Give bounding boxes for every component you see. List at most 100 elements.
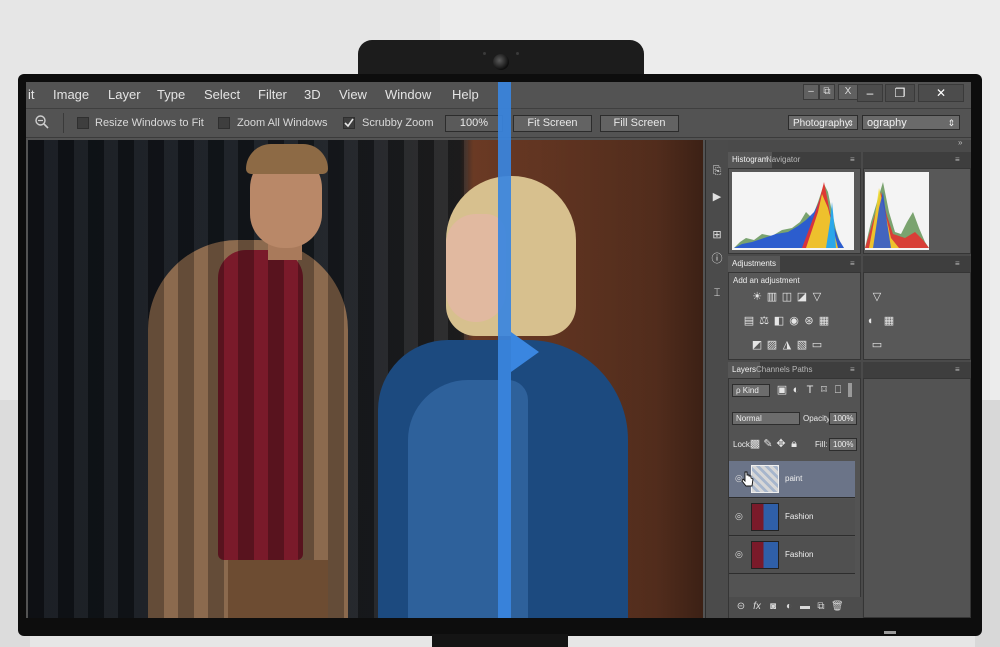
collapse-panels-icon[interactable]: » — [958, 138, 971, 148]
layers-panel-expanded — [863, 378, 971, 618]
menu-filter[interactable]: Filter — [258, 87, 287, 102]
layer-name: Fashion — [785, 550, 814, 559]
panel-icon-strip: ⎘ ▶ ⊞ ⓘ ⌶ — [705, 140, 728, 618]
eye-icon[interactable]: ◎ — [735, 511, 745, 521]
scrubby-zoom-checkbox[interactable] — [343, 117, 355, 129]
menu-select[interactable]: Select — [204, 87, 240, 102]
new-group-icon[interactable]: ▬ — [799, 601, 811, 613]
exposure-icon[interactable]: ◪ — [796, 291, 808, 303]
layer-style-icon[interactable]: fx — [751, 601, 763, 613]
link-layers-icon[interactable]: ⊝ — [735, 601, 747, 613]
gradient-map-icon[interactable]: ▭ — [868, 339, 886, 351]
history-icon[interactable]: ⎘ — [710, 164, 724, 178]
resize-windows-checkbox[interactable] — [77, 117, 89, 129]
menu-layer[interactable]: Layer — [108, 87, 141, 102]
panel-menu-icon[interactable]: ≡ — [951, 256, 964, 272]
tab-paths[interactable]: Paths — [788, 362, 816, 378]
checkmark-icon — [344, 118, 354, 128]
panel-menu-icon[interactable]: ≡ — [951, 362, 964, 378]
app-minimize-button[interactable]: – — [857, 84, 883, 102]
comparison-divider[interactable] — [498, 82, 511, 618]
menu-3d[interactable]: 3D — [304, 87, 321, 102]
panel-menu-icon[interactable]: ≡ — [951, 152, 964, 168]
zoom-all-checkbox[interactable] — [218, 117, 230, 129]
panel-menu-icon[interactable]: ≡ — [846, 362, 859, 378]
webcam-lens — [493, 54, 509, 70]
histogram-graph — [732, 172, 854, 250]
filter-smart-object-icon[interactable]: ⎕ — [832, 384, 844, 396]
gradient-map-icon[interactable]: ▭ — [811, 339, 823, 351]
fit-screen-button[interactable]: Fit Screen — [513, 115, 592, 132]
app-close-button[interactable]: ✕ — [918, 84, 964, 102]
photo-filter-icon[interactable]: ◉ — [788, 315, 800, 327]
filter-toggle[interactable] — [848, 383, 852, 397]
fill-field[interactable]: 100% — [829, 438, 857, 451]
delete-layer-icon[interactable]: 🗑︎ — [831, 601, 844, 613]
app-restore-button[interactable]: ❐ — [885, 84, 915, 102]
color-balance-icon[interactable]: ⚖ — [758, 315, 770, 327]
curves-icon[interactable]: ◫ — [781, 291, 793, 303]
invert-icon[interactable]: ◩ — [751, 339, 763, 351]
hue-saturation-icon[interactable]: ▤ — [743, 315, 755, 327]
actions-play-icon[interactable]: ▶ — [710, 190, 724, 204]
info-icon[interactable]: ⓘ — [710, 252, 724, 266]
channel-mixer-icon[interactable]: ⊛ — [803, 315, 815, 327]
doc-restore-button[interactable]: ⧉ — [819, 84, 835, 100]
color-lookup-icon[interactable]: ▦ — [880, 315, 898, 327]
lock-all-icon[interactable]: 🔒︎ — [788, 438, 800, 450]
lock-paint-icon[interactable]: ✎ — [762, 438, 774, 450]
menu-image[interactable]: Image — [53, 87, 89, 102]
filter-pixel-icon[interactable]: ▣ — [776, 384, 788, 396]
play-arrow-icon[interactable] — [511, 332, 539, 372]
workspace-select[interactable]: Photography ⇕ — [788, 115, 858, 130]
menu-edit-partial[interactable]: it — [28, 87, 35, 102]
panel-menu-icon[interactable]: ≡ — [846, 256, 859, 272]
vibrance-icon[interactable]: ▽ — [811, 291, 823, 303]
histogram-tab-row-expanded: ≡ — [863, 152, 971, 168]
layer-row-fashion-1[interactable]: ◎ Fashion — [729, 499, 855, 536]
scrubby-zoom-label: Scrubby Zoom — [362, 117, 434, 129]
doc-minimize-button[interactable]: – — [803, 84, 819, 100]
eye-icon[interactable]: ◎ — [735, 549, 745, 559]
selective-color-icon[interactable]: ▧ — [796, 339, 808, 351]
menu-view[interactable]: View — [339, 87, 367, 102]
fill-label: Fill: — [815, 440, 828, 449]
filter-shape-icon[interactable]: ⌑ — [818, 384, 830, 396]
lock-transparent-icon[interactable]: ▩ — [749, 438, 761, 450]
menu-type[interactable]: Type — [157, 87, 185, 102]
tab-navigator[interactable]: Navigator — [762, 152, 804, 168]
layers-footer: ⊝ fx ◙ ◐ ▬ ⧉ 🗑︎ — [729, 597, 862, 618]
lock-position-icon[interactable]: ✥ — [775, 438, 787, 450]
document-canvas[interactable] — [28, 140, 703, 618]
doc-close-button[interactable]: X — [838, 84, 858, 100]
threshold-icon[interactable]: ◮ — [781, 339, 793, 351]
opacity-field[interactable]: 100% — [829, 412, 857, 425]
panel-menu-icon[interactable]: ≡ — [846, 152, 859, 168]
blend-mode-select[interactable]: Normal — [732, 412, 800, 425]
layer-mask-icon[interactable]: ◙ — [767, 601, 779, 613]
workspace-select-large[interactable]: ography ⇕ — [862, 115, 960, 130]
brush-preset-icon[interactable]: ⌶ — [710, 286, 724, 300]
vibrance-icon[interactable]: ▽ — [868, 291, 886, 303]
menu-help[interactable]: Help — [452, 87, 479, 102]
properties-icon[interactable]: ⊞ — [710, 228, 724, 242]
tab-adjustments[interactable]: Adjustments — [728, 256, 781, 272]
adjustments-panel-expanded: ▽ ◖ ▦ ▭ — [863, 272, 971, 360]
new-adjustment-layer-icon[interactable]: ◐ — [783, 601, 795, 613]
layer-row-fashion-2[interactable]: ◎ Fashion — [729, 537, 855, 574]
new-layer-icon[interactable]: ⧉ — [815, 601, 827, 613]
posterize-icon[interactable]: ▨ — [766, 339, 778, 351]
levels-icon[interactable]: ▥ — [766, 291, 778, 303]
photo-filter-icon[interactable]: ◖ — [864, 315, 876, 327]
brightness-icon[interactable]: ☀ — [751, 291, 763, 303]
zoom-tool-icon[interactable] — [34, 114, 50, 130]
zoom-percent-field[interactable]: 100% — [445, 115, 503, 132]
filter-type-icon[interactable]: T — [804, 384, 816, 396]
photoshop-window: it Image Layer Type Select Filter 3D Vie… — [26, 82, 971, 618]
black-white-icon[interactable]: ◧ — [773, 315, 785, 327]
layer-kind-filter[interactable]: ρ Kind — [732, 384, 770, 397]
filter-adjustment-icon[interactable]: ◐ — [790, 384, 802, 396]
fill-screen-button[interactable]: Fill Screen — [600, 115, 679, 132]
menu-window[interactable]: Window — [385, 87, 431, 102]
color-lookup-icon[interactable]: ▦ — [818, 315, 830, 327]
